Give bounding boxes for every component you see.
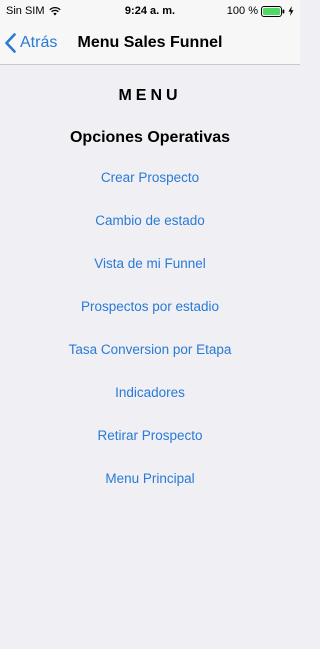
menu-item-crear-prospecto[interactable]: Crear Prospecto xyxy=(0,170,300,213)
navigation-bar: Atrás Menu Sales Funnel xyxy=(0,22,300,65)
menu-list: Crear Prospecto Cambio de estado Vista d… xyxy=(0,170,300,514)
main-content: MENU Opciones Operativas Crear Prospecto… xyxy=(0,65,300,514)
menu-item-tasa-conversion[interactable]: Tasa Conversion por Etapa xyxy=(0,342,300,385)
back-label: Atrás xyxy=(20,34,58,51)
menu-item-vista-de-mi-funnel[interactable]: Vista de mi Funnel xyxy=(0,256,300,299)
menu-item-retirar-prospecto[interactable]: Retirar Prospecto xyxy=(0,428,300,471)
menu-heading: MENU xyxy=(118,87,182,104)
menu-item-prospectos-por-estadio[interactable]: Prospectos por estadio xyxy=(0,299,300,342)
menu-item-cambio-de-estado[interactable]: Cambio de estado xyxy=(0,213,300,256)
bolt-icon xyxy=(288,6,294,16)
menu-item-indicadores[interactable]: Indicadores xyxy=(0,385,300,428)
menu-item-menu-principal[interactable]: Menu Principal xyxy=(0,471,300,514)
chevron-left-icon xyxy=(5,33,16,53)
section-heading: Opciones Operativas xyxy=(69,129,231,146)
battery-full-icon xyxy=(261,5,285,17)
battery-percent: 100 % xyxy=(226,5,258,17)
back-button[interactable]: Atrás xyxy=(5,22,57,64)
status-bar: Sin SIM 9:24 a. m. 100 % xyxy=(0,0,300,22)
status-right: 100 % xyxy=(227,0,294,22)
